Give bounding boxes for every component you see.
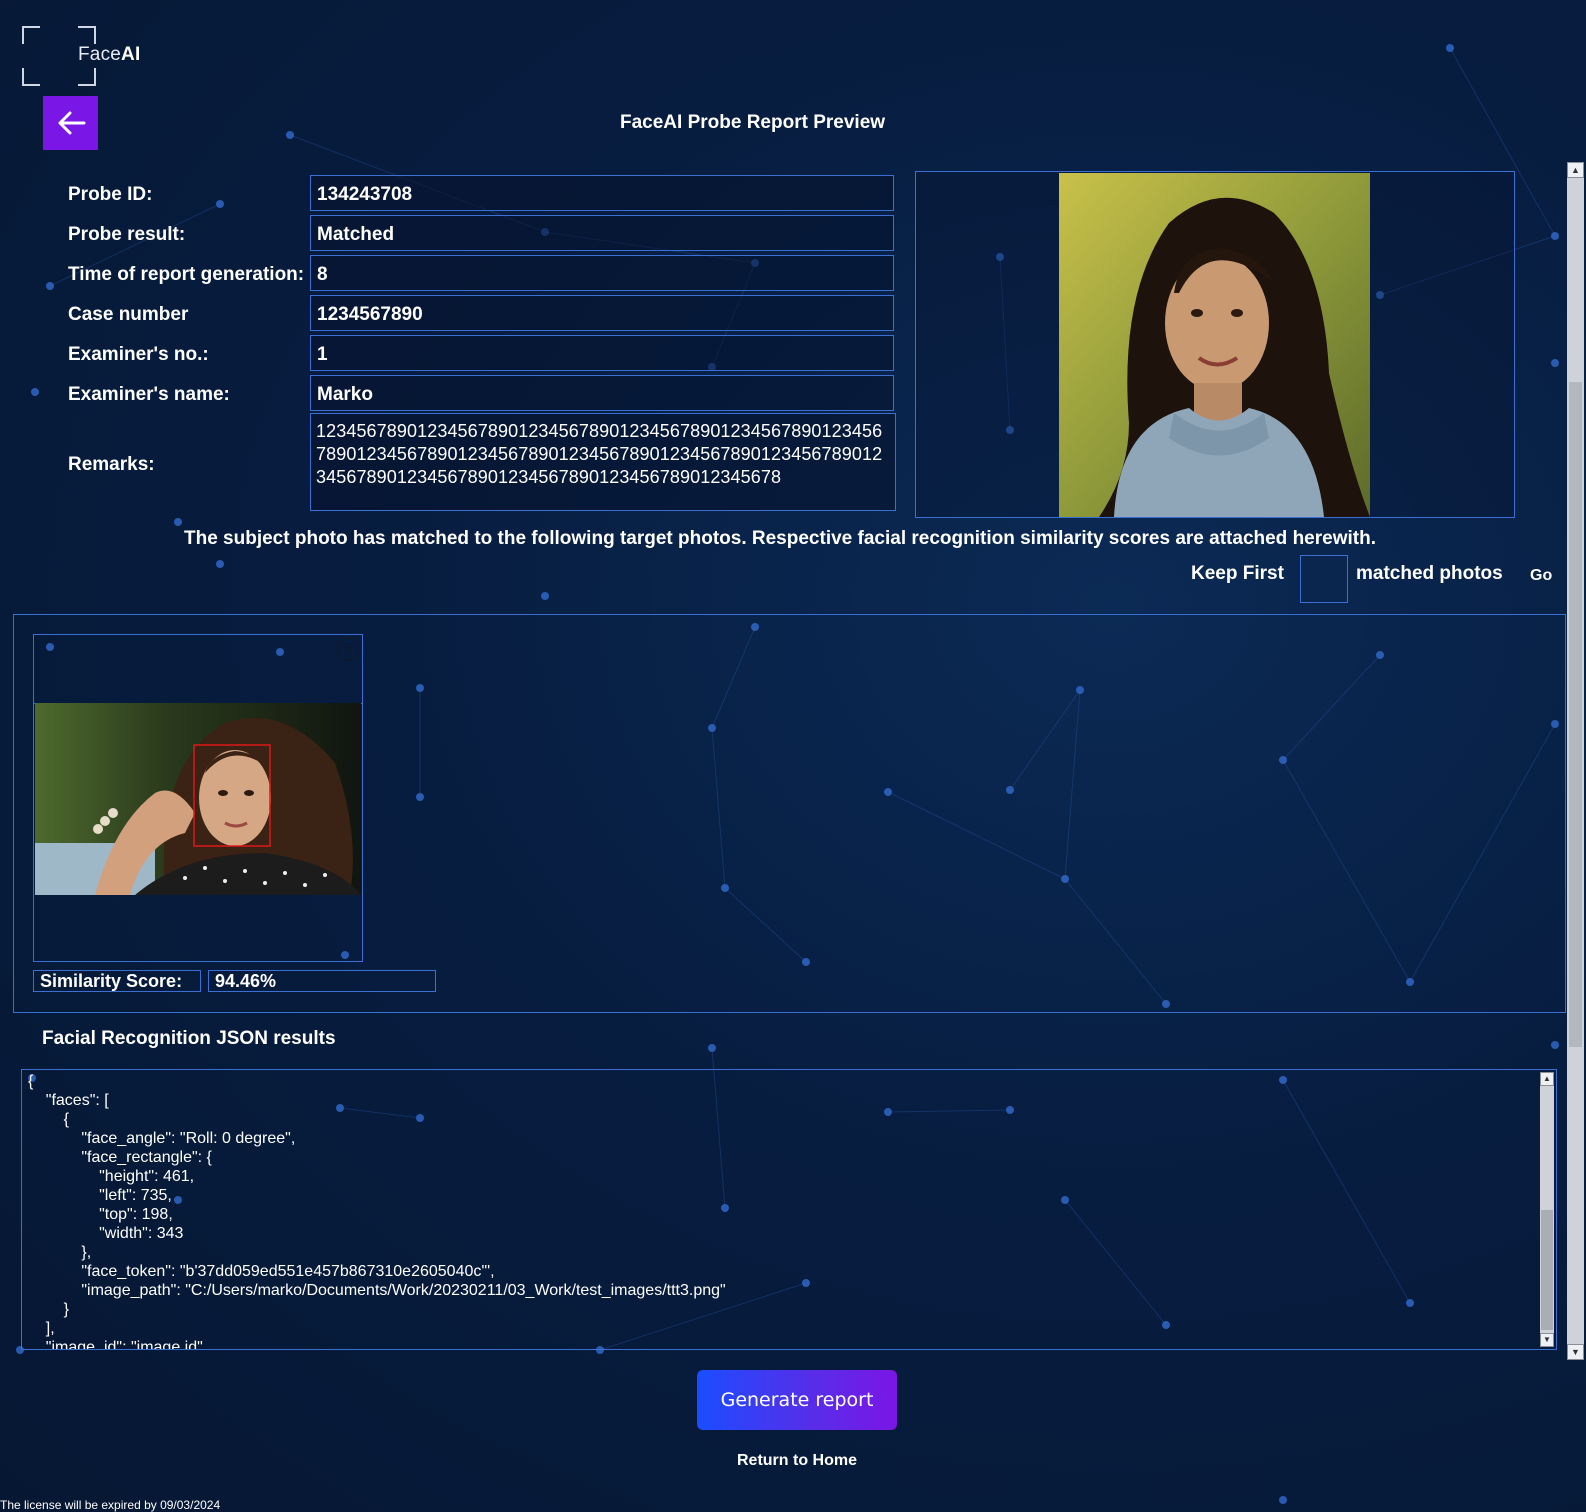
return-home-link[interactable]: Return to Home: [737, 1452, 857, 1470]
back-button[interactable]: [43, 96, 98, 150]
similarity-score-value: 94.46%: [208, 970, 436, 992]
license-expiry-text: The license will be expired by 09/03/202…: [0, 1498, 221, 1512]
keep-count-input[interactable]: [1300, 555, 1348, 603]
page-title: FaceAI Probe Report Preview: [620, 112, 886, 133]
report-time-value: 8: [310, 255, 894, 291]
match-description: The subject photo has matched to the fol…: [184, 528, 1376, 549]
remarks-label: Remarks:: [68, 454, 155, 475]
matched-photos-label: matched photos: [1356, 563, 1503, 584]
similarity-score-label: Similarity Score:: [33, 970, 201, 992]
json-scrollbar[interactable]: ▲ ▼: [1540, 1072, 1554, 1347]
json-results-title: Facial Recognition JSON results: [42, 1028, 336, 1049]
report-time-label: Time of report generation:: [68, 264, 305, 285]
probe-result-value: Matched: [310, 215, 894, 251]
case-number-label: Case number: [68, 304, 189, 325]
examiner-name-label: Examiner's name:: [68, 384, 230, 405]
probe-photo-frame: [915, 171, 1515, 518]
examiner-no-value: 1: [310, 335, 894, 371]
probe-id-label: Probe ID:: [68, 184, 153, 205]
json-results-textbox[interactable]: { "faces": [ { "face_angle": "Roll: 0 de…: [21, 1069, 1557, 1350]
match-card: ×: [33, 634, 363, 962]
generate-report-button[interactable]: Generate report: [697, 1370, 897, 1430]
keep-first-label: Keep First: [1191, 563, 1284, 584]
probe-result-label: Probe result:: [68, 224, 186, 245]
scroll-down-icon[interactable]: ▼: [1540, 1333, 1554, 1347]
page-scrollbar[interactable]: ▲ ▼: [1567, 162, 1584, 1360]
remarks-value: 1234567890123456789012345678901234567890…: [310, 413, 896, 511]
page-scroll-down-icon[interactable]: ▼: [1567, 1344, 1584, 1360]
probe-photo: [1059, 173, 1370, 517]
probe-id-value: 134243708: [310, 175, 894, 211]
json-scroll-thumb[interactable]: [1541, 1210, 1553, 1330]
page-scroll-thumb[interactable]: [1569, 382, 1582, 1047]
card-header: ×: [34, 635, 362, 704]
arrow-left-icon: [58, 111, 85, 135]
target-photo: [35, 703, 361, 895]
close-icon[interactable]: ×: [336, 637, 360, 661]
scroll-up-icon[interactable]: ▲: [1540, 1072, 1554, 1086]
go-button[interactable]: Go: [1530, 567, 1552, 585]
matched-results-panel: × Similarity Score: 94.46%: [13, 614, 1566, 1013]
page-scroll-up-icon[interactable]: ▲: [1567, 162, 1584, 178]
logo-text: FaceAI: [78, 44, 141, 65]
examiner-name-value: Marko: [310, 375, 894, 411]
json-results-content: { "faces": [ { "face_angle": "Roll: 0 de…: [28, 1073, 726, 1350]
case-number-value: 1234567890: [310, 295, 894, 331]
examiner-no-label: Examiner's no.:: [68, 344, 209, 365]
